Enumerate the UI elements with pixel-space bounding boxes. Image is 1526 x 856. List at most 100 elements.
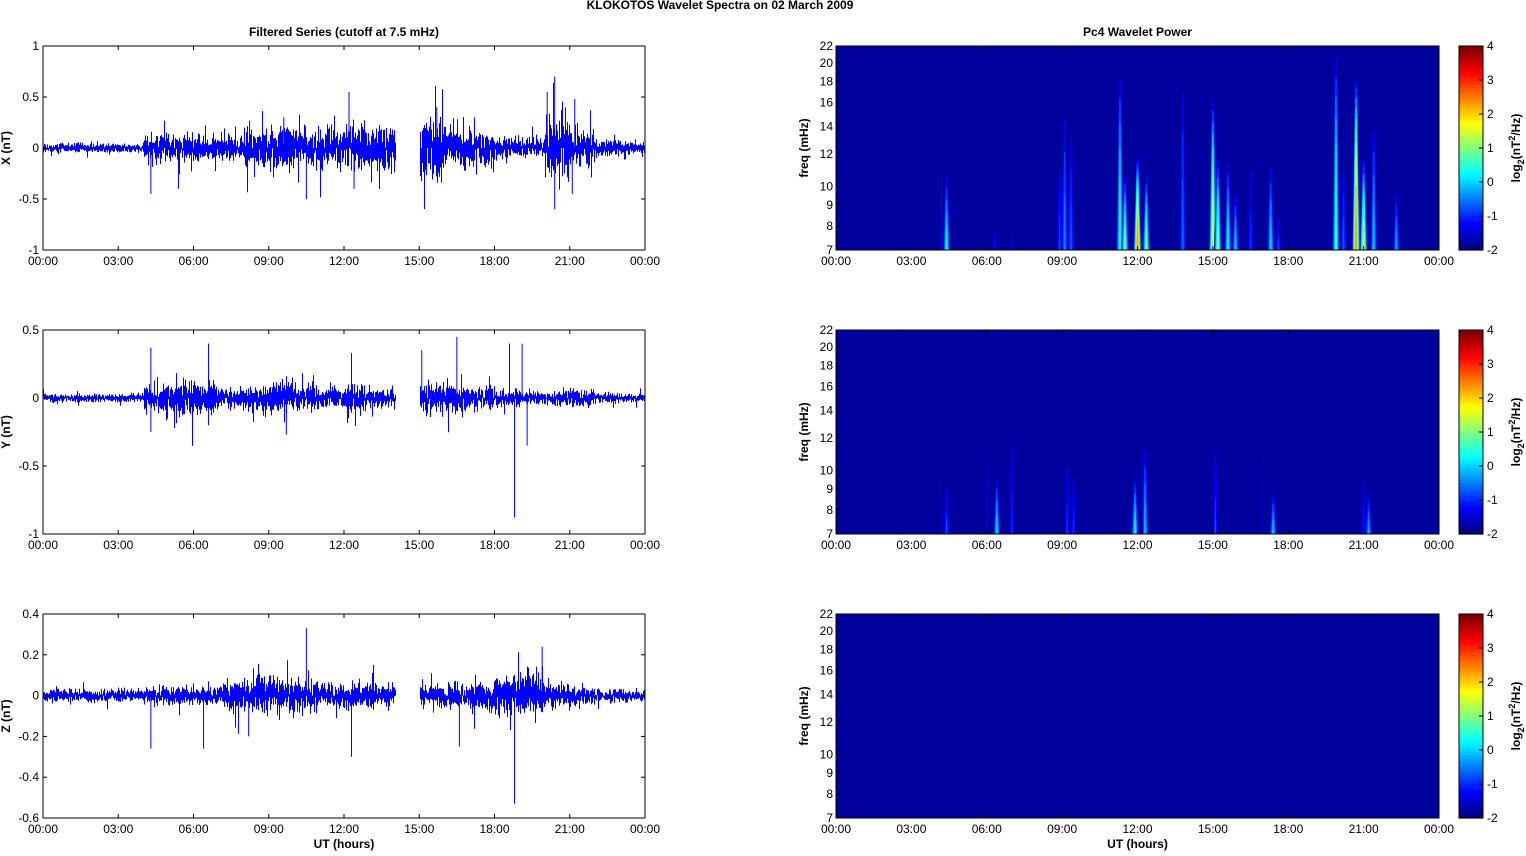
y-tick-label: 0.2 bbox=[22, 648, 39, 662]
x-tick-label: 21:00 bbox=[1349, 822, 1379, 836]
x-tick-label: 09:00 bbox=[254, 254, 284, 268]
y-tick-label: 14 bbox=[820, 120, 834, 134]
colorbar-tick-label: 1 bbox=[1487, 709, 1494, 723]
y-tick-label: 22 bbox=[820, 607, 834, 621]
y-tick-label: -0.2 bbox=[18, 729, 39, 743]
colorbar: 4 3 2 1 0 -1 -2 log2(nT2/Hz) bbox=[1458, 323, 1526, 541]
colorbar-tick-label: 3 bbox=[1487, 357, 1494, 371]
x-tick-label: 12:00 bbox=[1122, 822, 1152, 836]
y-tick-label: -0.4 bbox=[18, 770, 39, 784]
colorbar-tick-label: 1 bbox=[1487, 141, 1494, 155]
colorbar-label-part: (nT bbox=[1509, 708, 1523, 727]
colorbar-label-part: (nT bbox=[1509, 424, 1523, 443]
y-tick-label: 14 bbox=[820, 404, 834, 418]
figure: KLOKOTOS Wavelet Spectra on 02 March 200… bbox=[0, 0, 1526, 851]
x-tick-label: 18:00 bbox=[479, 538, 509, 552]
colorbar-tick-label: -1 bbox=[1487, 493, 1498, 507]
y-tick-label: 16 bbox=[820, 664, 834, 678]
panel-title: Pc4 Wavelet Power bbox=[1083, 25, 1192, 39]
y-tick-label: 10 bbox=[820, 179, 834, 193]
colorbar-label: log2(nT2/Hz) bbox=[1507, 114, 1526, 183]
x-tick-label: 00:00 bbox=[1424, 822, 1454, 836]
y-tick-label: 0 bbox=[32, 391, 39, 405]
colorbar-cell bbox=[1459, 330, 1483, 334]
colorbar-label: log2(nT2/Hz) bbox=[1507, 682, 1526, 751]
y-tick-label: 14 bbox=[820, 688, 834, 702]
colorbar-tick-label: -2 bbox=[1487, 811, 1498, 825]
series-panel-2: 0.50-0.5-1Y (nT)00:00 03:00 06:00 09:00 12:0… bbox=[0, 323, 660, 552]
y-tick-label: 16 bbox=[820, 380, 834, 394]
colorbar-tick-label: -2 bbox=[1487, 527, 1498, 541]
wavelet-panel-freq-1: Pc4 Wavelet Power22201816141210987freq (… bbox=[797, 25, 1526, 268]
wavelet-panel-freq-3: 22201816141210987freq (mHz)43210-1-2log2… bbox=[797, 607, 1526, 851]
x-tick-label: 15:00 bbox=[404, 822, 434, 836]
colorbar-label: log2(nT2/Hz) bbox=[1507, 398, 1526, 467]
x-tick-label: 09:00 bbox=[1047, 254, 1077, 268]
colorbar-tick-label: -1 bbox=[1487, 209, 1498, 223]
x-tick-label: 15:00 bbox=[1198, 538, 1228, 552]
colorbar-tick-label: 0 bbox=[1487, 743, 1494, 757]
y-tick-label: 20 bbox=[820, 56, 834, 70]
y-tick-label: 12 bbox=[820, 431, 834, 445]
y-tick-label: -0.5 bbox=[18, 192, 39, 206]
colorbar-tick-label: 2 bbox=[1487, 107, 1494, 121]
y-tick-label: 9 bbox=[826, 482, 833, 496]
x-tick-label: 00:00 bbox=[1424, 538, 1454, 552]
y-tick-label: 8 bbox=[826, 787, 833, 801]
x-tick-label: 15:00 bbox=[1198, 822, 1228, 836]
x-axis-label: UT (hours) bbox=[314, 837, 375, 851]
x-tick-label: 15:00 bbox=[1198, 254, 1228, 268]
y-tick-label: 22 bbox=[820, 323, 834, 337]
x-tick-label: 06:00 bbox=[178, 538, 208, 552]
y-axis-label: X (nT) bbox=[0, 131, 13, 165]
x-tick-label: 03:00 bbox=[103, 822, 133, 836]
x-tick-label: 12:00 bbox=[329, 822, 359, 836]
plot-area bbox=[43, 614, 645, 818]
y-tick-label: -0.5 bbox=[18, 459, 39, 473]
x-tick-label: 00:00 bbox=[630, 538, 660, 552]
colorbar-cell bbox=[1459, 46, 1483, 50]
y-tick-label: 8 bbox=[826, 503, 833, 517]
x-tick-label: 06:00 bbox=[972, 254, 1002, 268]
x-tick-label: 18:00 bbox=[1273, 822, 1303, 836]
y-tick-label: 9 bbox=[826, 198, 833, 212]
x-tick-label: 00:00 bbox=[821, 538, 851, 552]
colorbar-tick-label: 3 bbox=[1487, 641, 1494, 655]
y-tick-label: 0 bbox=[32, 141, 39, 155]
y-axis-label: freq (mHz) bbox=[797, 402, 811, 461]
x-tick-label: 06:00 bbox=[178, 822, 208, 836]
x-tick-label: 00:00 bbox=[28, 254, 58, 268]
x-tick-label: 21:00 bbox=[555, 822, 585, 836]
x-tick-label: 00:00 bbox=[28, 538, 58, 552]
y-tick-label: 18 bbox=[820, 359, 834, 373]
colorbar-tick-label: 2 bbox=[1487, 675, 1494, 689]
x-tick-label: 06:00 bbox=[972, 538, 1002, 552]
x-tick-label: 09:00 bbox=[254, 822, 284, 836]
x-tick-label: 21:00 bbox=[1349, 538, 1379, 552]
x-tick-label: 12:00 bbox=[1122, 538, 1152, 552]
x-tick-label: 00:00 bbox=[821, 822, 851, 836]
colorbar-label-part: /Hz) bbox=[1509, 682, 1523, 704]
colorbar-tick-label: -1 bbox=[1487, 777, 1498, 791]
x-tick-label: 09:00 bbox=[1047, 822, 1077, 836]
x-tick-label: 18:00 bbox=[479, 822, 509, 836]
colorbar: 4 3 2 1 0 -1 -2 log2(nT2/Hz) bbox=[1458, 607, 1526, 825]
colorbar-tick-label: 4 bbox=[1487, 39, 1494, 53]
x-tick-label: 00:00 bbox=[630, 254, 660, 268]
y-tick-label: 18 bbox=[820, 75, 834, 89]
x-tick-label: 12:00 bbox=[329, 254, 359, 268]
colorbar-tick-label: 0 bbox=[1487, 459, 1494, 473]
y-tick-label: 8 bbox=[826, 219, 833, 233]
x-tick-label: 18:00 bbox=[1273, 254, 1303, 268]
x-tick-label: 12:00 bbox=[1122, 254, 1152, 268]
y-tick-label: 20 bbox=[820, 340, 834, 354]
y-tick-label: 1 bbox=[32, 39, 39, 53]
colorbar-label-part: log bbox=[1509, 164, 1523, 182]
x-tick-label: 15:00 bbox=[404, 254, 434, 268]
colorbar-tick-label: 3 bbox=[1487, 73, 1494, 87]
colorbar-label-part: /Hz) bbox=[1509, 398, 1523, 420]
x-tick-label: 06:00 bbox=[178, 254, 208, 268]
x-tick-label: 18:00 bbox=[1273, 538, 1303, 552]
y-tick-label: 0.4 bbox=[22, 607, 39, 621]
plot-area bbox=[43, 330, 645, 534]
